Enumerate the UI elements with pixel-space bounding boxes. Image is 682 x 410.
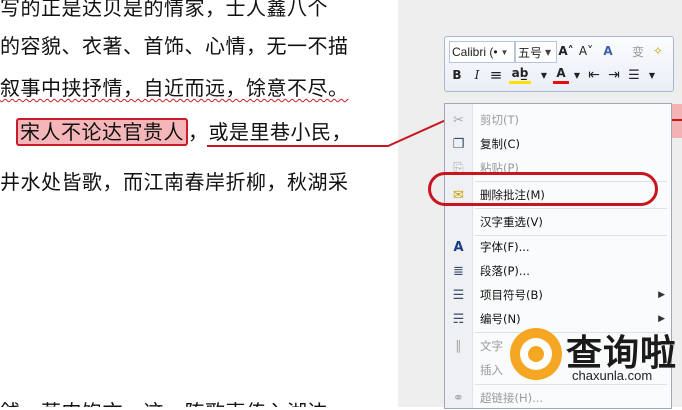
menu-item-label: 超链接(H)... xyxy=(480,391,544,405)
menu-item-copy[interactable]: ❐ 复制(C) xyxy=(445,132,671,156)
font-color-icon[interactable]: A xyxy=(553,65,569,84)
menu-item-label: 字体(F)... xyxy=(480,240,530,254)
menu-item-label: 项目符号(B) xyxy=(480,288,543,302)
watermark-logo: 查询啦 chaxunla.com xyxy=(510,320,680,386)
menu-item-cut[interactable]: ✂ 剪切(T) xyxy=(445,108,671,132)
menu-item-label: 段落(P)... xyxy=(480,264,530,278)
grow-font-icon[interactable]: A˄ xyxy=(557,41,575,61)
italic-button[interactable]: I xyxy=(469,65,485,85)
decrease-indent-icon[interactable]: ⇤ xyxy=(585,65,603,85)
watermark-q-dot xyxy=(528,346,544,362)
font-icon: A xyxy=(453,239,464,255)
bullets-icon: ☰ xyxy=(452,287,465,303)
chevron-down-icon: ▼ xyxy=(500,47,509,57)
format-painter-icon[interactable]: ✧ xyxy=(649,41,667,61)
font-name-dropdown[interactable]: Calibri (• ▼ xyxy=(449,41,515,63)
center-align-icon[interactable]: ≡ xyxy=(487,65,505,85)
scissors-icon: ✂ xyxy=(453,112,464,128)
menu-item-paragraph[interactable]: ≣ 段落(P)... xyxy=(445,259,671,283)
menu-item-hyperlink[interactable]: ⚭ 超链接(H)... xyxy=(445,386,671,410)
shrink-font-icon[interactable]: A˅ xyxy=(577,41,595,61)
mini-toolbar: Calibri (• ▼ 五号 ▼ A˄ A˅ A 变 ✧ B I ≡ ab̲ ▼ … xyxy=(444,36,674,92)
menu-separator xyxy=(475,208,667,209)
chevron-down-icon[interactable]: ▼ xyxy=(537,65,551,85)
submenu-arrow-icon: ▶ xyxy=(658,290,665,300)
text-style-icon[interactable]: A xyxy=(599,41,617,61)
watermark-domain: chaxunla.com xyxy=(572,368,653,383)
menu-item-label: 剪切(T) xyxy=(480,113,519,127)
font-size-dropdown[interactable]: 五号 ▼ xyxy=(515,41,557,63)
bold-button[interactable]: B xyxy=(449,65,465,85)
menu-item-bullets[interactable]: ☰ 项目符号(B) ▶ xyxy=(445,283,671,307)
menu-item-label: 复制(C) xyxy=(480,137,521,151)
chevron-down-icon: ▼ xyxy=(545,47,552,57)
font-name-value: Calibri (• xyxy=(452,45,498,59)
annotation-oval xyxy=(428,172,658,206)
increase-indent-icon[interactable]: ⇥ xyxy=(605,65,623,85)
numbering-icon: ☴ xyxy=(452,311,465,327)
bullets-icon[interactable]: ☰ xyxy=(625,65,643,85)
phonetic-guide-icon[interactable]: 变 xyxy=(629,41,647,61)
text-direction-icon: ∥ xyxy=(455,338,462,354)
menu-item-reconvert[interactable]: 汉字重选(V) xyxy=(445,210,671,234)
highlight-color-icon[interactable]: ab̲ xyxy=(509,65,531,84)
chevron-down-icon[interactable]: ▼ xyxy=(571,65,583,85)
hyperlink-icon: ⚭ xyxy=(453,390,464,406)
copy-icon: ❐ xyxy=(452,136,465,152)
menu-item-font[interactable]: A 字体(F)... xyxy=(445,235,671,259)
chevron-down-icon[interactable]: ▼ xyxy=(645,65,659,85)
menu-item-label: 插入 xyxy=(480,363,503,377)
menu-item-label: 文字 xyxy=(480,339,503,353)
font-size-value: 五号 xyxy=(518,45,543,60)
watermark-q-icon xyxy=(510,328,562,380)
paragraph-icon: ≣ xyxy=(453,263,464,279)
menu-item-label: 汉字重选(V) xyxy=(480,215,543,229)
